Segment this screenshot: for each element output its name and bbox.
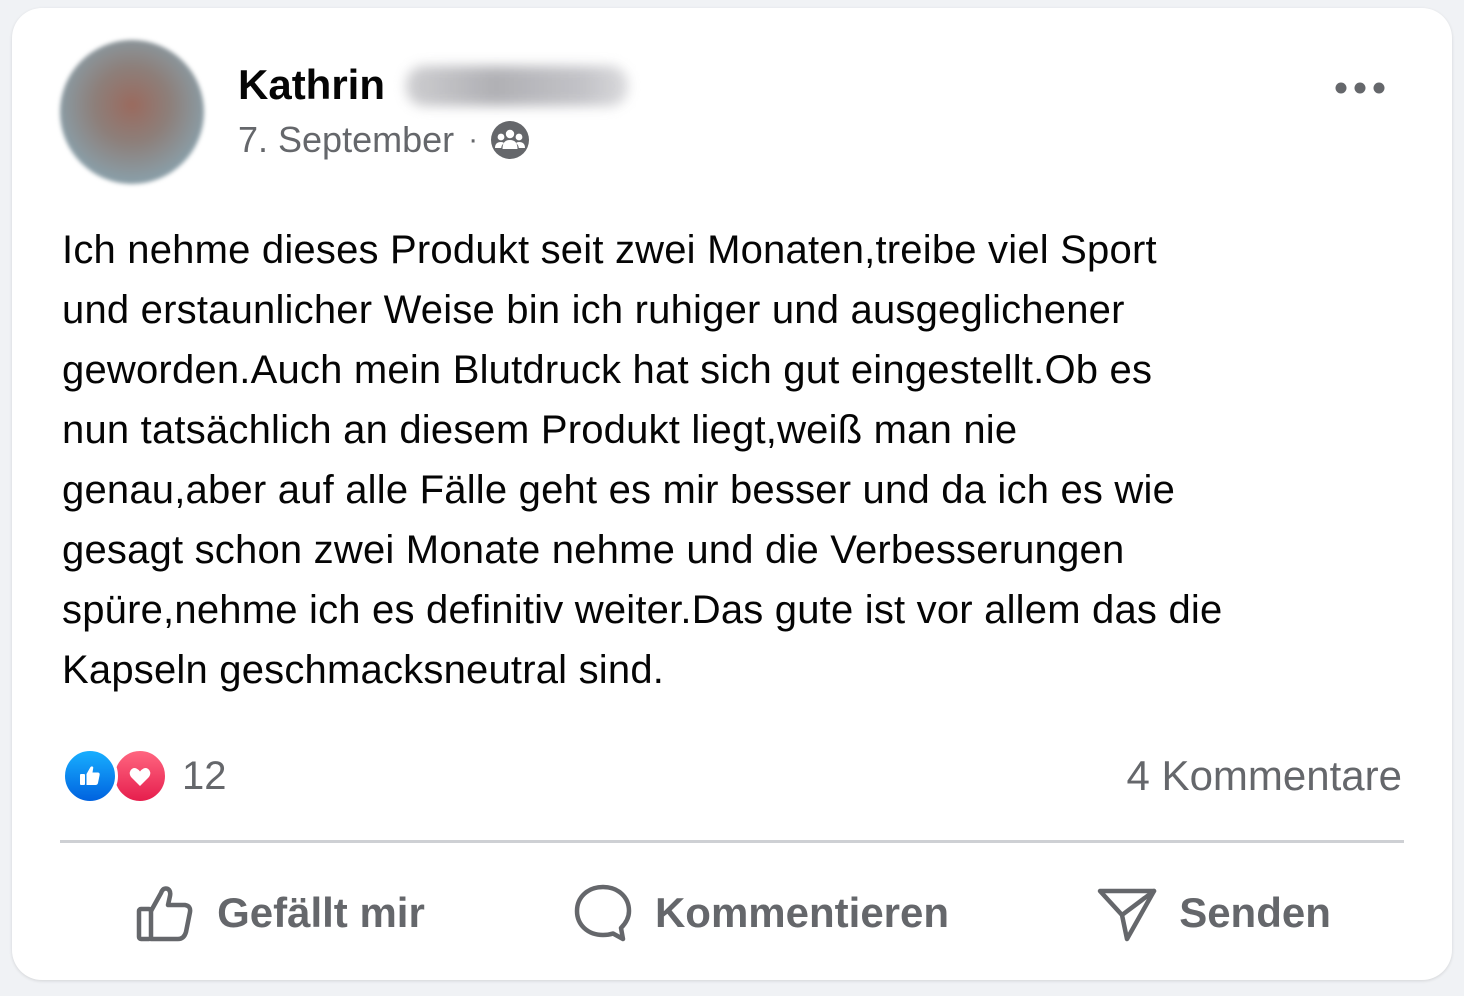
author-name[interactable]: Kathrin (238, 60, 385, 110)
like-label: Gefällt mir (217, 889, 425, 936)
comment-label: Kommentieren (654, 889, 950, 936)
comments-count-link[interactable]: 4 Kommentare (1127, 748, 1402, 804)
group-icon[interactable] (490, 120, 530, 160)
author-lastname-blurred (406, 66, 628, 106)
reactions-summary[interactable]: 12 (62, 746, 227, 806)
love-reaction-icon (112, 748, 168, 804)
like-button[interactable]: Gefällt mir (113, 873, 445, 953)
post-card: Kathrin 7. September · Ich nehme dieses … (12, 8, 1452, 980)
divider (60, 840, 1404, 843)
post-date[interactable]: 7. September (238, 116, 454, 164)
more-horizontal-icon (1335, 82, 1385, 94)
post-meta: 7. September · (238, 116, 530, 164)
comment-button[interactable]: Kommentieren (551, 873, 969, 953)
avatar[interactable] (60, 40, 204, 184)
post-text: Ich nehme dieses Produkt seit zwei Monat… (62, 228, 1223, 692)
more-options-button[interactable] (1330, 70, 1390, 106)
comment-icon (574, 884, 632, 942)
share-button[interactable]: Senden (1075, 873, 1351, 953)
share-label: Senden (1179, 889, 1331, 936)
reaction-count: 12 (182, 753, 227, 798)
thumbs-up-icon (136, 886, 193, 942)
action-bar: Gefällt mir Kommentieren Senden (60, 868, 1404, 958)
meta-separator: · (468, 123, 479, 156)
send-icon (1097, 888, 1157, 942)
like-reaction-icon (62, 748, 118, 804)
